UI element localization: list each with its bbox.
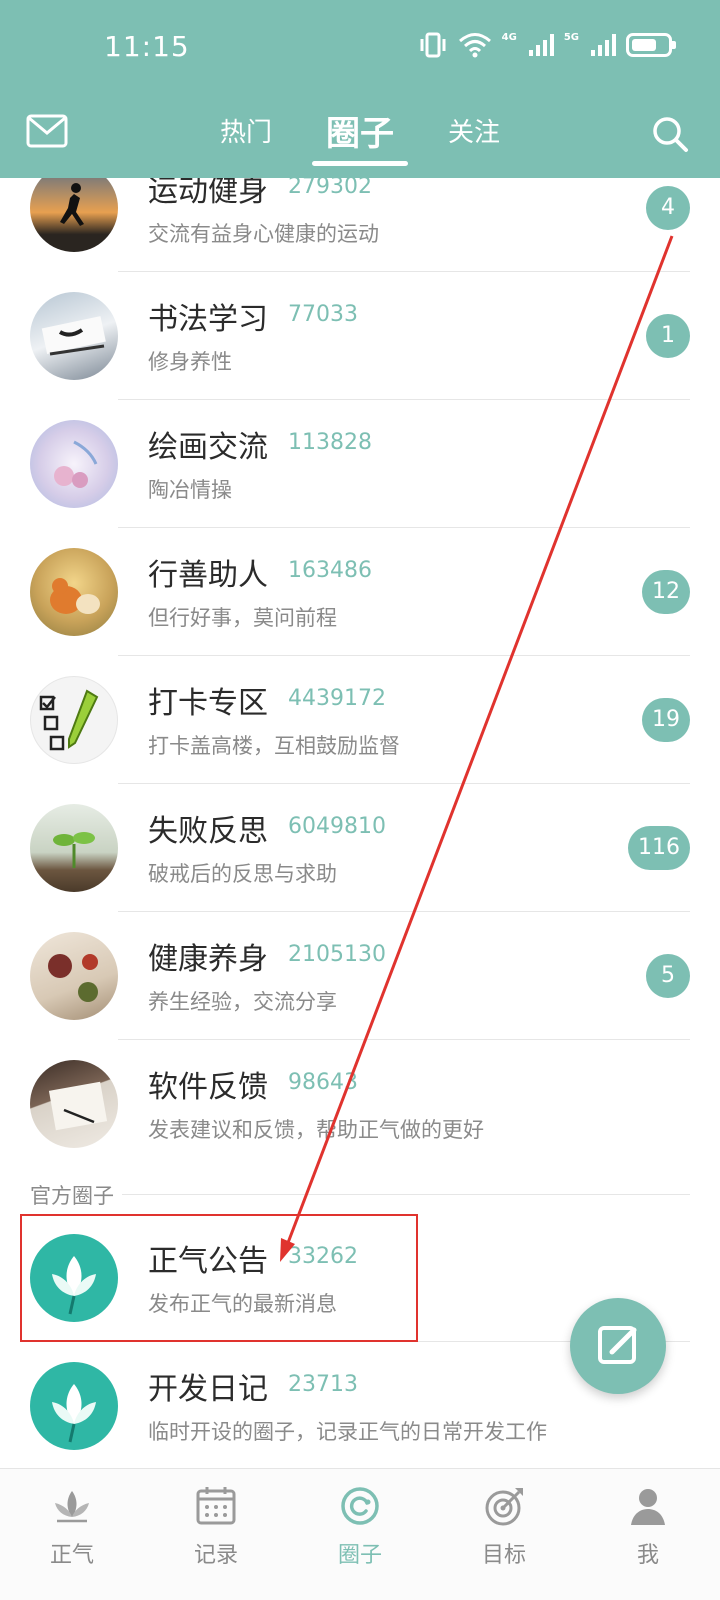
member-count: 113828 <box>288 430 372 455</box>
circle-name: 行善助人 <box>148 558 268 593</box>
bottom-tab-bar: 正气 记录 圈子 目标 我 <box>0 1468 720 1600</box>
signal-5g-label: 5G <box>563 32 579 43</box>
edit-icon <box>598 1326 637 1364</box>
search-icon[interactable] <box>650 114 690 154</box>
tabbar-item-zhengqi[interactable]: 正气 <box>0 1469 144 1600</box>
avatar <box>30 178 118 252</box>
avatar <box>30 932 118 1020</box>
annotation-highlight-box <box>20 1214 418 1342</box>
circle-desc: 破戒后的反思与求助 <box>148 862 337 886</box>
member-count: 77033 <box>288 302 358 327</box>
circle-name: 失败反思 <box>148 814 268 849</box>
circle-desc: 临时开设的圈子，记录正气的日常开发工作 <box>148 1420 547 1444</box>
tabbar-item-records[interactable]: 记录 <box>144 1469 288 1600</box>
status-icons: 4G 5G <box>418 32 676 58</box>
member-count: 279302 <box>288 178 372 199</box>
lotus-avatar <box>30 1362 118 1450</box>
avatar <box>30 292 118 380</box>
tab-circles[interactable]: 圈子 <box>312 100 408 166</box>
list-item[interactable]: 失败反思 6049810 破戒后的反思与求助 116 <box>0 784 720 912</box>
circle-desc: 陶冶情操 <box>148 478 232 502</box>
circle-desc: 发表建议和反馈，帮助正气做的更好 <box>148 1118 484 1142</box>
app-header: 11:15 4G 5G 热门 圈子 关注 <box>0 0 720 178</box>
list-item[interactable]: 绘画交流 113828 陶冶情操 <box>0 400 720 528</box>
member-count: 23713 <box>288 1372 358 1397</box>
list-item[interactable]: 健康养身 2105130 养生经验，交流分享 5 <box>0 912 720 1040</box>
tab-hot[interactable]: 热门 <box>216 100 276 166</box>
tabbar-item-goals[interactable]: 目标 <box>432 1469 576 1600</box>
lotus-icon <box>55 1491 89 1523</box>
unread-badge: 1 <box>646 314 690 358</box>
person-icon <box>631 1489 665 1525</box>
top-nav: 热门 圈子 关注 <box>0 100 720 178</box>
tabbar-label: 我 <box>636 1543 659 1568</box>
circle-name: 软件反馈 <box>148 1070 268 1105</box>
circle-desc: 养生经验，交流分享 <box>148 990 337 1014</box>
member-count: 2105130 <box>288 942 386 967</box>
unread-badge: 4 <box>646 186 690 230</box>
unread-badge: 19 <box>642 698 690 742</box>
list-item[interactable]: 打卡专区 4439172 打卡盖高楼，互相鼓励监督 19 <box>0 656 720 784</box>
unread-badge: 12 <box>642 570 690 614</box>
member-count: 6049810 <box>288 814 386 839</box>
signal-4g-label: 4G <box>501 32 517 43</box>
avatar <box>30 548 118 636</box>
circle-name: 健康养身 <box>148 942 268 977</box>
circle-name: 运动健身 <box>148 178 268 209</box>
list-item[interactable]: 行善助人 163486 但行好事，莫问前程 12 <box>0 528 720 656</box>
circle-icon <box>341 1487 379 1525</box>
tab-follow[interactable]: 关注 <box>444 100 504 166</box>
section-divider <box>30 1194 690 1195</box>
tabbar-label: 目标 <box>481 1543 526 1568</box>
vibrate-icon <box>420 32 446 58</box>
circle-name: 绘画交流 <box>148 430 268 465</box>
tabbar-label: 正气 <box>49 1543 94 1568</box>
tabbar-label: 记录 <box>193 1543 238 1568</box>
list-item[interactable]: 运动健身 279302 交流有益身心健康的运动 4 <box>0 178 720 272</box>
top-tabs: 热门 圈子 关注 <box>0 100 720 166</box>
tabbar-label: 圈子 <box>337 1543 382 1568</box>
circle-name: 开发日记 <box>148 1372 268 1407</box>
member-count: 163486 <box>288 558 372 583</box>
tabbar-item-me[interactable]: 我 <box>576 1469 720 1600</box>
avatar <box>30 420 118 508</box>
section-label-official: 官方圈子 <box>30 1180 122 1210</box>
circle-desc: 交流有益身心健康的运动 <box>148 222 379 246</box>
status-bar: 11:15 4G 5G <box>0 0 720 96</box>
signal-4g-icon <box>528 34 554 56</box>
circle-name: 书法学习 <box>148 302 268 337</box>
compose-button[interactable] <box>570 1298 666 1394</box>
avatar <box>30 804 118 892</box>
list-item[interactable]: 软件反馈 98643 发表建议和反馈，帮助正气做的更好 <box>0 1040 720 1168</box>
target-icon <box>485 1488 523 1526</box>
circle-desc: 修身养性 <box>148 350 232 374</box>
tabbar-item-circles[interactable]: 圈子 <box>288 1469 432 1600</box>
status-time: 11:15 <box>104 30 190 63</box>
avatar <box>30 1060 118 1148</box>
circle-desc: 打卡盖高楼，互相鼓励监督 <box>148 734 400 758</box>
calendar-icon <box>196 1487 236 1525</box>
member-count: 98643 <box>288 1070 358 1095</box>
member-count: 4439172 <box>288 686 386 711</box>
signal-5g-icon <box>591 34 616 56</box>
unread-badge: 5 <box>646 954 690 998</box>
circle-desc: 但行好事，莫问前程 <box>148 606 337 630</box>
circle-name: 打卡专区 <box>148 686 268 721</box>
unread-badge: 116 <box>628 826 690 870</box>
wifi-icon <box>458 33 491 58</box>
battery-icon <box>626 33 676 57</box>
avatar <box>30 676 118 764</box>
list-item[interactable]: 书法学习 77033 修身养性 1 <box>0 272 720 400</box>
